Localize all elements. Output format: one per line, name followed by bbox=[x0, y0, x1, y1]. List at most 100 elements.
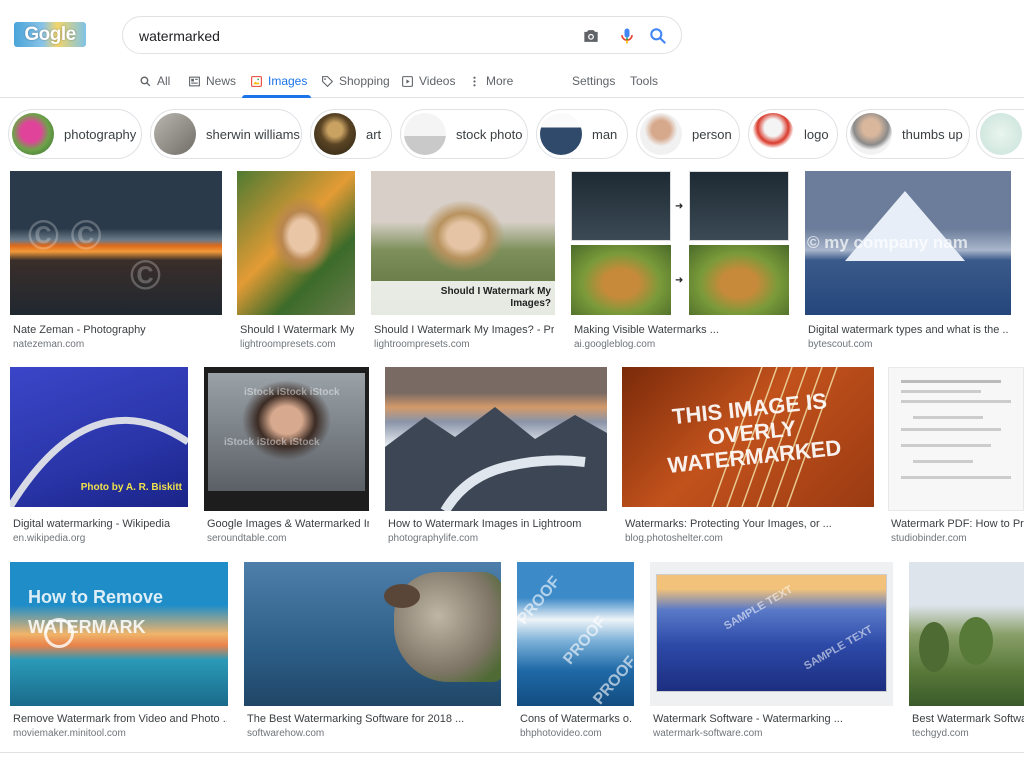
result-source[interactable]: natezeman.com bbox=[13, 339, 219, 350]
chip-thumbs-up[interactable]: thumbs up bbox=[846, 109, 970, 159]
result-thumbnail[interactable] bbox=[237, 171, 355, 315]
tab-label: All bbox=[157, 74, 171, 88]
tab-settings[interactable]: Settings bbox=[572, 64, 615, 98]
result-title[interactable]: Cons of Watermarks o... bbox=[520, 713, 633, 725]
result-source[interactable]: photographylife.com bbox=[388, 533, 606, 544]
result-title[interactable]: Nate Zeman - Photography bbox=[13, 324, 219, 336]
image-icon bbox=[251, 75, 262, 87]
chip-art[interactable]: art bbox=[310, 109, 392, 159]
chip-partial[interactable] bbox=[976, 109, 1024, 159]
result-source[interactable]: bhphotovideo.com bbox=[520, 728, 633, 739]
result-thumbnail[interactable]: SAMPLE TEXT SAMPLE TEXT bbox=[650, 562, 893, 706]
image-result[interactable]: How to Remove WATERMARK Remove Watermark… bbox=[10, 562, 228, 742]
result-thumbnail[interactable]: Photo by A. R. Biskitt bbox=[10, 367, 188, 507]
result-source[interactable]: en.wikipedia.org bbox=[13, 533, 187, 544]
tab-videos[interactable]: Videos bbox=[401, 64, 455, 98]
tab-label: More bbox=[486, 74, 514, 88]
result-thumbnail[interactable]: THIS IMAGE IS OVERLY WATERMARKED bbox=[622, 367, 874, 507]
result-title[interactable]: Making Visible Watermarks ... bbox=[574, 324, 788, 336]
image-result[interactable]: The Best Watermarking Software for 2018 … bbox=[244, 562, 501, 742]
result-thumbnail[interactable] bbox=[244, 562, 501, 706]
chip-photography[interactable]: photography bbox=[8, 109, 142, 159]
result-title[interactable]: Watermark Software - Watermarking ... bbox=[653, 713, 892, 725]
result-title[interactable]: The Best Watermarking Software for 2018 … bbox=[247, 713, 500, 725]
result-thumbnail[interactable]: ➜ ➜ bbox=[571, 171, 789, 315]
image-result[interactable]: THIS IMAGE IS OVERLY WATERMARKED Waterma… bbox=[622, 367, 874, 547]
google-doodle-logo[interactable]: Gogle bbox=[14, 22, 86, 47]
chip-label: sherwin williams bbox=[206, 126, 300, 142]
result-source[interactable]: studiobinder.com bbox=[891, 533, 1024, 544]
result-source[interactable]: techgyd.com bbox=[912, 728, 1024, 739]
image-result[interactable]: Best Watermark Software techgyd.com bbox=[909, 562, 1024, 742]
result-source[interactable]: lightroompresets.com bbox=[374, 339, 554, 350]
result-title[interactable]: Remove Watermark from Video and Photo ..… bbox=[13, 713, 227, 725]
tab-more[interactable]: More bbox=[468, 64, 513, 98]
tab-shopping[interactable]: Shopping bbox=[321, 64, 390, 98]
image-result[interactable]: © my company nam Digital watermark types… bbox=[805, 171, 1011, 351]
result-thumbnail[interactable]: © © © bbox=[10, 171, 222, 315]
image-result[interactable]: ➜ ➜ Making Visible Watermarks ... ai.goo… bbox=[571, 171, 789, 351]
chip-label: photography bbox=[64, 126, 137, 142]
tab-label: Settings bbox=[572, 74, 616, 88]
image-result[interactable]: Photo by A. R. Biskitt Digital watermark… bbox=[10, 367, 188, 547]
result-thumbnail[interactable]: How to Remove WATERMARK bbox=[10, 562, 228, 706]
image-result[interactable]: Watermark PDF: How to Pr... studiobinder… bbox=[888, 367, 1024, 547]
camera-icon[interactable] bbox=[581, 26, 601, 46]
result-source[interactable]: blog.photoshelter.com bbox=[625, 533, 873, 544]
tab-tools[interactable]: Tools bbox=[630, 64, 658, 98]
tab-images[interactable]: Images bbox=[242, 64, 311, 98]
search-icon bbox=[140, 75, 151, 86]
chip-label: art bbox=[366, 126, 382, 142]
chip-stock-photo[interactable]: stock photo bbox=[400, 109, 528, 159]
result-title[interactable]: Google Images & Watermarked Im... bbox=[207, 518, 369, 530]
image-result[interactable]: SAMPLE TEXT SAMPLE TEXT Watermark Softwa… bbox=[650, 562, 893, 742]
chip-label: person bbox=[692, 126, 732, 142]
chip-sherwin-williams[interactable]: sherwin williams bbox=[150, 109, 302, 159]
related-search-chips: photography sherwin williams art stock p… bbox=[0, 109, 1024, 161]
tab-all[interactable]: All bbox=[139, 64, 170, 98]
tab-label: Videos bbox=[419, 74, 456, 88]
result-source[interactable]: seroundtable.com bbox=[207, 533, 369, 544]
play-icon bbox=[402, 75, 413, 87]
tab-news[interactable]: News bbox=[188, 64, 236, 98]
image-result[interactable]: iStock iStock iStock iStock iStock iStoc… bbox=[204, 367, 369, 547]
result-source[interactable]: ai.googleblog.com bbox=[574, 339, 788, 350]
tab-label: Images bbox=[268, 74, 308, 88]
image-result[interactable]: Should I Watermark My Images? Should I W… bbox=[371, 171, 555, 351]
image-result[interactable]: Should I Watermark My ... lightroomprese… bbox=[237, 171, 355, 351]
result-thumbnail[interactable] bbox=[888, 367, 1024, 511]
result-thumbnail[interactable]: Should I Watermark My Images? bbox=[371, 171, 555, 315]
result-thumbnail[interactable]: PROOF PROOF PROOF bbox=[517, 562, 634, 706]
result-title[interactable]: Should I Watermark My ... bbox=[240, 324, 354, 336]
tab-label: News bbox=[206, 74, 237, 88]
result-source[interactable]: bytescout.com bbox=[808, 339, 1008, 350]
result-thumbnail[interactable]: iStock iStock iStock iStock iStock iStoc… bbox=[204, 367, 369, 511]
result-thumbnail[interactable]: © my company nam bbox=[805, 171, 1011, 315]
result-title[interactable]: Digital watermark types and what is the … bbox=[808, 324, 1008, 336]
result-thumbnail[interactable] bbox=[909, 562, 1024, 706]
result-title[interactable]: Digital watermarking - Wikipedia bbox=[13, 518, 187, 530]
image-result[interactable]: How to Watermark Images in Lightroom pho… bbox=[385, 367, 607, 547]
overlay-text: Should I Watermark My Images? bbox=[440, 286, 551, 309]
result-source[interactable]: watermark-software.com bbox=[653, 728, 892, 739]
microphone-icon[interactable] bbox=[617, 26, 637, 46]
result-title[interactable]: How to Watermark Images in Lightroom bbox=[388, 518, 606, 530]
image-result[interactable]: PROOF PROOF PROOF Cons of Watermarks o..… bbox=[517, 562, 634, 742]
overlay-text: PROOF bbox=[517, 573, 564, 628]
result-thumbnail[interactable] bbox=[385, 367, 607, 511]
image-result[interactable]: © © © Nate Zeman - Photography natezeman… bbox=[10, 171, 222, 351]
result-source[interactable]: moviemaker.minitool.com bbox=[13, 728, 227, 739]
result-title[interactable]: Should I Watermark My Images? - Pret... bbox=[374, 324, 554, 336]
chip-man[interactable]: man bbox=[536, 109, 628, 159]
result-title[interactable]: Watermarks: Protecting Your Images, or .… bbox=[625, 518, 873, 530]
search-input[interactable] bbox=[139, 25, 559, 47]
chip-person[interactable]: person bbox=[636, 109, 740, 159]
search-icon[interactable] bbox=[648, 26, 668, 46]
chip-logo[interactable]: logo bbox=[748, 109, 838, 159]
result-title[interactable]: Best Watermark Software bbox=[912, 713, 1024, 725]
result-title[interactable]: Watermark PDF: How to Pr... bbox=[891, 518, 1024, 530]
search-box[interactable] bbox=[122, 16, 682, 54]
result-source[interactable]: lightroompresets.com bbox=[240, 339, 354, 350]
result-source[interactable]: softwarehow.com bbox=[247, 728, 500, 739]
tab-label: Shopping bbox=[339, 74, 390, 88]
